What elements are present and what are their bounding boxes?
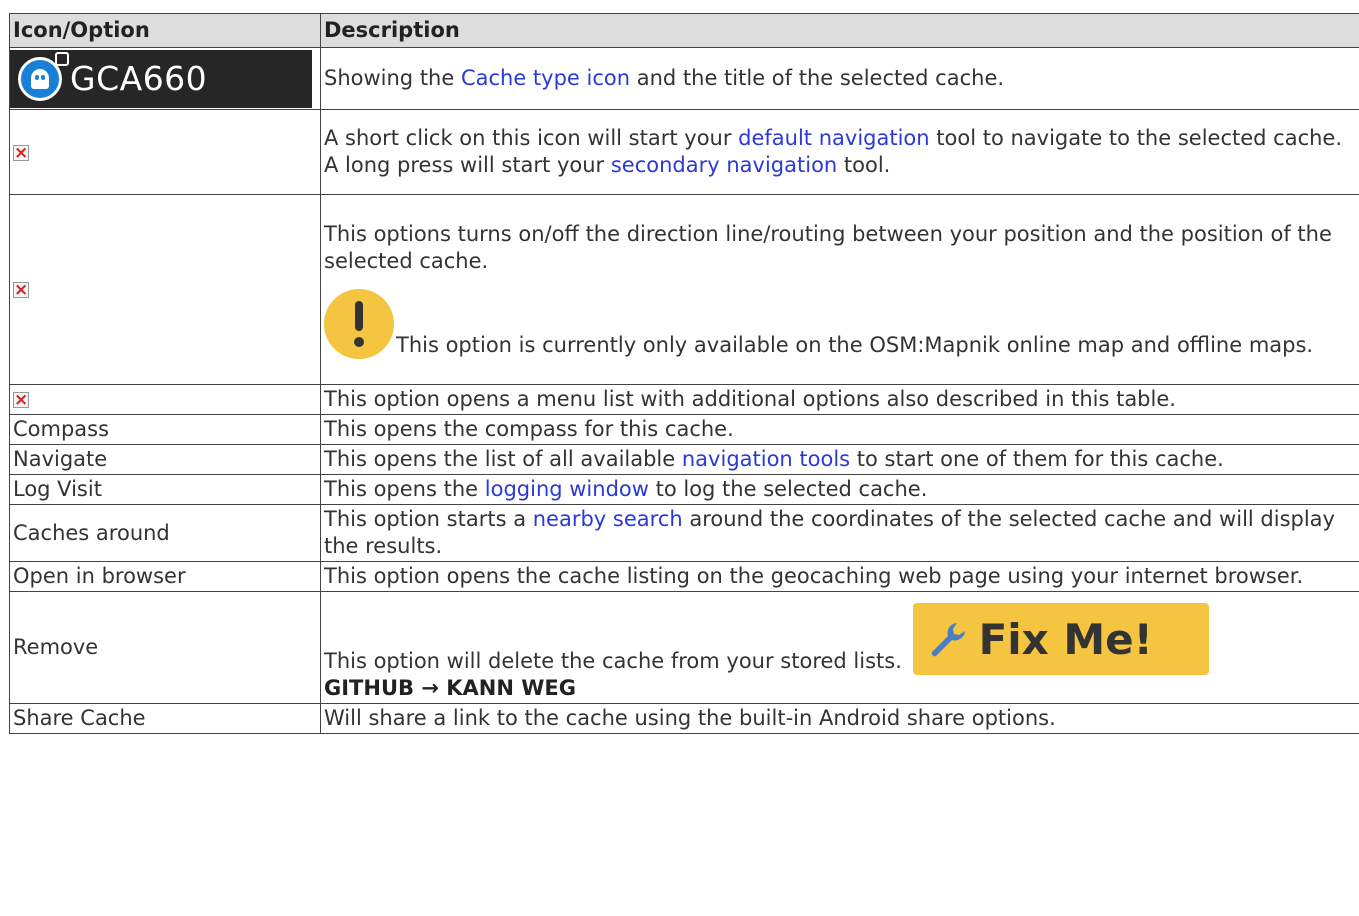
- table-row: Compass This opens the compass for this …: [9, 414, 1359, 445]
- description-cell: This options turns on/off the direction …: [320, 194, 1359, 385]
- cache-title-logo: GCA660: [10, 49, 312, 108]
- table-row: GCA660 Showing the Cache type icon and t…: [9, 47, 1359, 110]
- option-name: Caches around: [9, 504, 321, 562]
- description-cell: Showing the Cache type icon and the titl…: [320, 47, 1359, 110]
- table-row: This options turns on/off the direction …: [9, 194, 1359, 385]
- fix-me-text: Fix Me!: [978, 614, 1153, 664]
- exclamation-warning-icon: [324, 288, 394, 359]
- description-cell: This option will delete the cache from y…: [320, 591, 1359, 704]
- description-cell: This option starts a nearby search aroun…: [320, 504, 1359, 562]
- broken-image-icon: [13, 141, 29, 165]
- broken-image-icon: [13, 278, 29, 302]
- icon-cell: [9, 384, 321, 415]
- table-header-row: Icon/Option Description: [9, 13, 1359, 48]
- table-row: Navigate This opens the list of all avai…: [9, 444, 1359, 475]
- cache-title-logo-cell: GCA660: [9, 47, 321, 110]
- remove-text: This option will delete the cache from y…: [324, 649, 902, 673]
- option-name: Compass: [9, 414, 321, 445]
- warning-text: This option is currently only available …: [396, 332, 1314, 357]
- table-row: Open in browser This option opens the ca…: [9, 561, 1359, 592]
- option-name: Open in browser: [9, 561, 321, 592]
- description-cell: This opens the compass for this cache.: [320, 414, 1359, 445]
- table-row: Share Cache Will share a link to the cac…: [9, 703, 1359, 734]
- icon-cell: [9, 109, 321, 195]
- broken-image-icon: [13, 388, 29, 412]
- table-row: This option opens a menu list with addit…: [9, 384, 1359, 415]
- stored-badge-icon: [55, 51, 69, 66]
- fix-me-badge: Fix Me!: [912, 603, 1209, 675]
- option-name: Navigate: [9, 444, 321, 475]
- cache-code-text: GCA660: [70, 59, 208, 98]
- navigation-tools-link[interactable]: navigation tools: [682, 447, 850, 471]
- option-name: Log Visit: [9, 474, 321, 505]
- description-cell: Will share a link to the cache using the…: [320, 703, 1359, 734]
- description-cell: This opens the list of all available nav…: [320, 444, 1359, 475]
- description-cell: This opens the logging window to log the…: [320, 474, 1359, 505]
- column-header-description: Description: [320, 13, 1359, 48]
- option-name: Remove: [9, 591, 321, 704]
- column-header-icon-option: Icon/Option: [9, 13, 321, 48]
- icon-cell: [9, 194, 321, 385]
- cache-type-icon-link[interactable]: Cache type icon: [461, 66, 630, 90]
- secondary-navigation-link[interactable]: secondary navigation: [611, 153, 837, 177]
- table-row: Caches around This option starts a nearb…: [9, 504, 1359, 562]
- default-navigation-link[interactable]: default navigation: [738, 126, 929, 150]
- table-row: Remove This option will delete the cache…: [9, 591, 1359, 704]
- table-row: A short click on this icon will start yo…: [9, 109, 1359, 195]
- description-cell: A short click on this icon will start yo…: [320, 109, 1359, 195]
- description-cell: This option opens a menu list with addit…: [320, 384, 1359, 415]
- direction-line-text: This options turns on/off the direction …: [324, 221, 1332, 273]
- nearby-search-link[interactable]: nearby search: [533, 507, 683, 531]
- option-name: Share Cache: [9, 703, 321, 734]
- table-row: Log Visit This opens the logging window …: [9, 474, 1359, 505]
- options-table: Icon/Option Description GCA660 Showing t…: [9, 13, 1359, 734]
- remove-note: GITHUB → KANN WEG: [324, 676, 576, 700]
- wrench-icon: [931, 623, 965, 657]
- description-cell: This option opens the cache listing on t…: [320, 561, 1359, 592]
- warning-note: This option is currently only available …: [324, 288, 1359, 359]
- ghost-cache-type-icon: [18, 51, 69, 101]
- logging-window-link[interactable]: logging window: [485, 477, 649, 501]
